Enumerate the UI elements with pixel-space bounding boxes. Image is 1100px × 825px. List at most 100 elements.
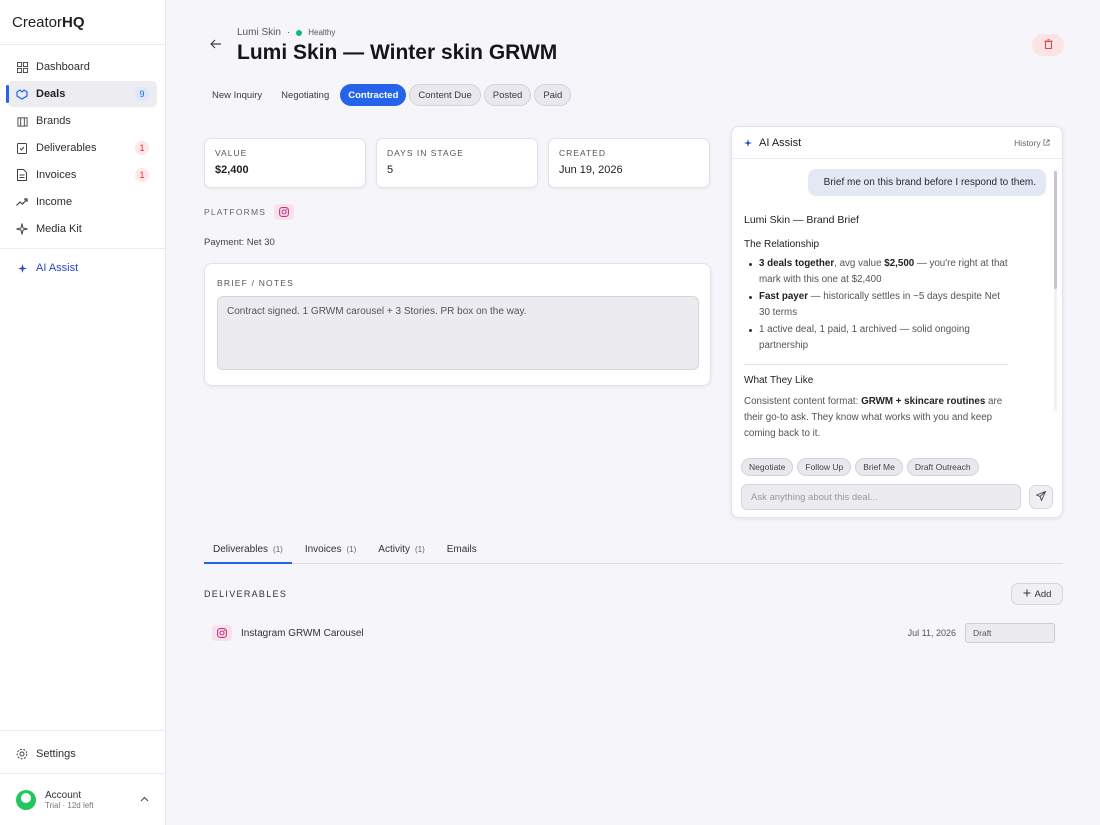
negotiate-button[interactable]: Negotiate bbox=[741, 458, 794, 476]
sidebar-item-deals[interactable]: Deals 9 bbox=[6, 81, 157, 107]
ai-panel-title: AI Assist bbox=[759, 136, 802, 149]
brief-notes-card: BRIEF / NOTES Contract signed. 1 GRWM ca… bbox=[204, 263, 711, 386]
sidebar-item-label: Deals bbox=[36, 88, 66, 100]
stage-contracted[interactable]: Contracted bbox=[340, 84, 407, 106]
clipboard-icon bbox=[16, 142, 28, 154]
sidebar-item-label: Brands bbox=[36, 115, 71, 127]
draft-outreach-button[interactable]: Draft Outreach bbox=[906, 458, 979, 476]
tab-label: Invoices bbox=[304, 544, 342, 555]
tab-emails[interactable]: Emails bbox=[438, 540, 486, 564]
deliverables-count-badge: 1 bbox=[135, 141, 149, 155]
ai-chat-input[interactable]: Ask anything about this deal... bbox=[741, 484, 1021, 510]
sidebar-item-dashboard[interactable]: Dashboard bbox=[8, 54, 157, 80]
ai-scrollbar[interactable] bbox=[1054, 171, 1057, 411]
list-item: 3 deals together, avg value $2,500 — you… bbox=[744, 256, 1009, 288]
follow-up-button[interactable]: Follow Up bbox=[797, 458, 852, 476]
chevron-up-icon bbox=[140, 794, 149, 805]
add-deliverable-button[interactable]: Add bbox=[1011, 583, 1063, 605]
sidebar: CreatorHQ Dashboard Deals 9 Brands Deliv… bbox=[0, 0, 166, 825]
breadcrumb: Lumi Skin · Healthy bbox=[237, 27, 335, 38]
trash-icon bbox=[1044, 38, 1053, 52]
deliverable-name: Instagram GRWM Carousel bbox=[241, 627, 364, 639]
deals-count-badge: 9 bbox=[135, 87, 149, 101]
instagram-icon bbox=[274, 204, 295, 220]
avatar bbox=[16, 789, 36, 810]
stage-new-inquiry[interactable]: New Inquiry bbox=[204, 84, 270, 106]
tab-count: (1) bbox=[273, 545, 283, 554]
page-title: Lumi Skin — Winter skin GRWM bbox=[237, 41, 558, 64]
deal-value: $2,400 bbox=[215, 164, 249, 176]
stage-content-due[interactable]: Content Due bbox=[409, 84, 481, 106]
status-select[interactable]: Draft bbox=[965, 623, 1055, 643]
back-arrow-icon[interactable] bbox=[210, 37, 222, 52]
paragraph: Consistent content format: GRWM + skinca… bbox=[744, 396, 1003, 439]
created-label: CREATED bbox=[559, 148, 606, 158]
tab-count: (1) bbox=[414, 545, 425, 554]
section-heading: The Relationship bbox=[744, 239, 820, 250]
account-name: Account bbox=[45, 789, 82, 801]
tab-invoices[interactable]: Invoices (1) bbox=[296, 540, 365, 564]
sparkle-icon bbox=[16, 223, 28, 235]
brief-me-button[interactable]: Brief Me bbox=[855, 458, 903, 476]
sidebar-item-label: Income bbox=[36, 196, 73, 208]
sidebar-item-invoices[interactable]: Invoices 1 bbox=[8, 162, 157, 188]
stat-cards: VALUE $2,400 DAYS IN STAGE 5 CREATED Jun… bbox=[204, 138, 710, 188]
send-icon bbox=[1035, 490, 1047, 504]
history-link[interactable]: History bbox=[1014, 138, 1050, 148]
account-menu[interactable]: Account Trial · 12d left bbox=[0, 773, 165, 825]
sidebar-item-income[interactable]: Income bbox=[8, 189, 157, 215]
stage-pipeline: New Inquiry Negotiating Contracted Conte… bbox=[204, 84, 572, 106]
brand-brief-title: Lumi Skin — Brand Brief bbox=[744, 214, 859, 226]
ai-quick-actions: Negotiate Follow Up Brief Me Draft Outre… bbox=[741, 458, 979, 476]
created-date: Jun 19, 2026 bbox=[559, 164, 623, 176]
file-icon bbox=[16, 169, 28, 181]
sidebar-item-label: AI Assist bbox=[36, 262, 79, 274]
sidebar-item-media-kit[interactable]: Media Kit bbox=[8, 216, 157, 242]
platforms-label: PLATFORMS bbox=[204, 207, 267, 217]
sidebar-item-label: Media Kit bbox=[36, 223, 82, 235]
sidebar-item-deliverables[interactable]: Deliverables 1 bbox=[8, 135, 157, 161]
tab-deliverables[interactable]: Deliverables (1) bbox=[204, 540, 292, 564]
list-item: Fast payer — historically settles in ~5 … bbox=[744, 289, 1009, 321]
value-card: VALUE $2,400 bbox=[204, 138, 366, 188]
sidebar-item-label: Settings bbox=[36, 748, 76, 760]
history-label: History bbox=[1014, 137, 1041, 148]
brief-notes-textarea[interactable]: Contract signed. 1 GRWM carousel + 3 Sto… bbox=[217, 296, 699, 370]
brief-label: BRIEF / NOTES bbox=[217, 278, 294, 288]
account-plan: Trial · 12d left bbox=[45, 800, 94, 810]
sparkle-icon bbox=[16, 262, 28, 274]
main-content: Lumi Skin · Healthy Lumi Skin — Winter s… bbox=[166, 0, 1100, 825]
brand-link[interactable]: Lumi Skin bbox=[237, 27, 281, 38]
sidebar-item-label: Dashboard bbox=[36, 61, 90, 73]
send-button[interactable] bbox=[1029, 485, 1053, 509]
detail-tabs: Deliverables (1) Invoices (1) Activity (1) … bbox=[204, 540, 1063, 564]
nav-divider bbox=[0, 248, 165, 249]
list-item: 1 active deal, 1 paid, 1 archived — soli… bbox=[744, 322, 1009, 354]
stage-posted[interactable]: Posted bbox=[483, 84, 532, 106]
value-label: VALUE bbox=[215, 148, 248, 158]
tab-activity[interactable]: Activity (1) bbox=[369, 540, 433, 564]
grid-icon bbox=[16, 61, 28, 73]
days-in-stage: 5 bbox=[387, 164, 394, 176]
breadcrumb-separator: · bbox=[286, 27, 291, 38]
deliverables-heading: DELIVERABLES bbox=[204, 589, 288, 599]
trend-icon bbox=[16, 196, 28, 208]
sidebar-item-brands[interactable]: Brands bbox=[8, 108, 157, 134]
created-card: CREATED Jun 19, 2026 bbox=[548, 138, 710, 188]
stage-negotiating[interactable]: Negotiating bbox=[273, 84, 337, 106]
app-logo[interactable]: CreatorHQ bbox=[0, 0, 165, 45]
sidebar-item-label: Invoices bbox=[36, 169, 77, 181]
tab-label: Deliverables bbox=[213, 544, 269, 555]
add-label: Add bbox=[1034, 588, 1052, 600]
sidebar-item-ai-assist[interactable]: AI Assist bbox=[8, 255, 157, 281]
section-heading: What They Like bbox=[744, 375, 814, 386]
sidebar-nav: Dashboard Deals 9 Brands Deliverables 1 … bbox=[0, 45, 165, 290]
scrollbar-thumb[interactable] bbox=[1054, 171, 1057, 289]
table-row[interactable]: Instagram GRWM Carousel Jul 11, 2026 Dra… bbox=[212, 623, 1055, 643]
ai-panel-header: AI Assist History bbox=[732, 127, 1062, 159]
delete-button[interactable] bbox=[1032, 34, 1064, 56]
sparkle-icon bbox=[744, 136, 752, 150]
stage-paid[interactable]: Paid bbox=[534, 84, 572, 106]
building-icon bbox=[16, 115, 28, 127]
sidebar-item-settings[interactable]: Settings bbox=[8, 741, 157, 767]
